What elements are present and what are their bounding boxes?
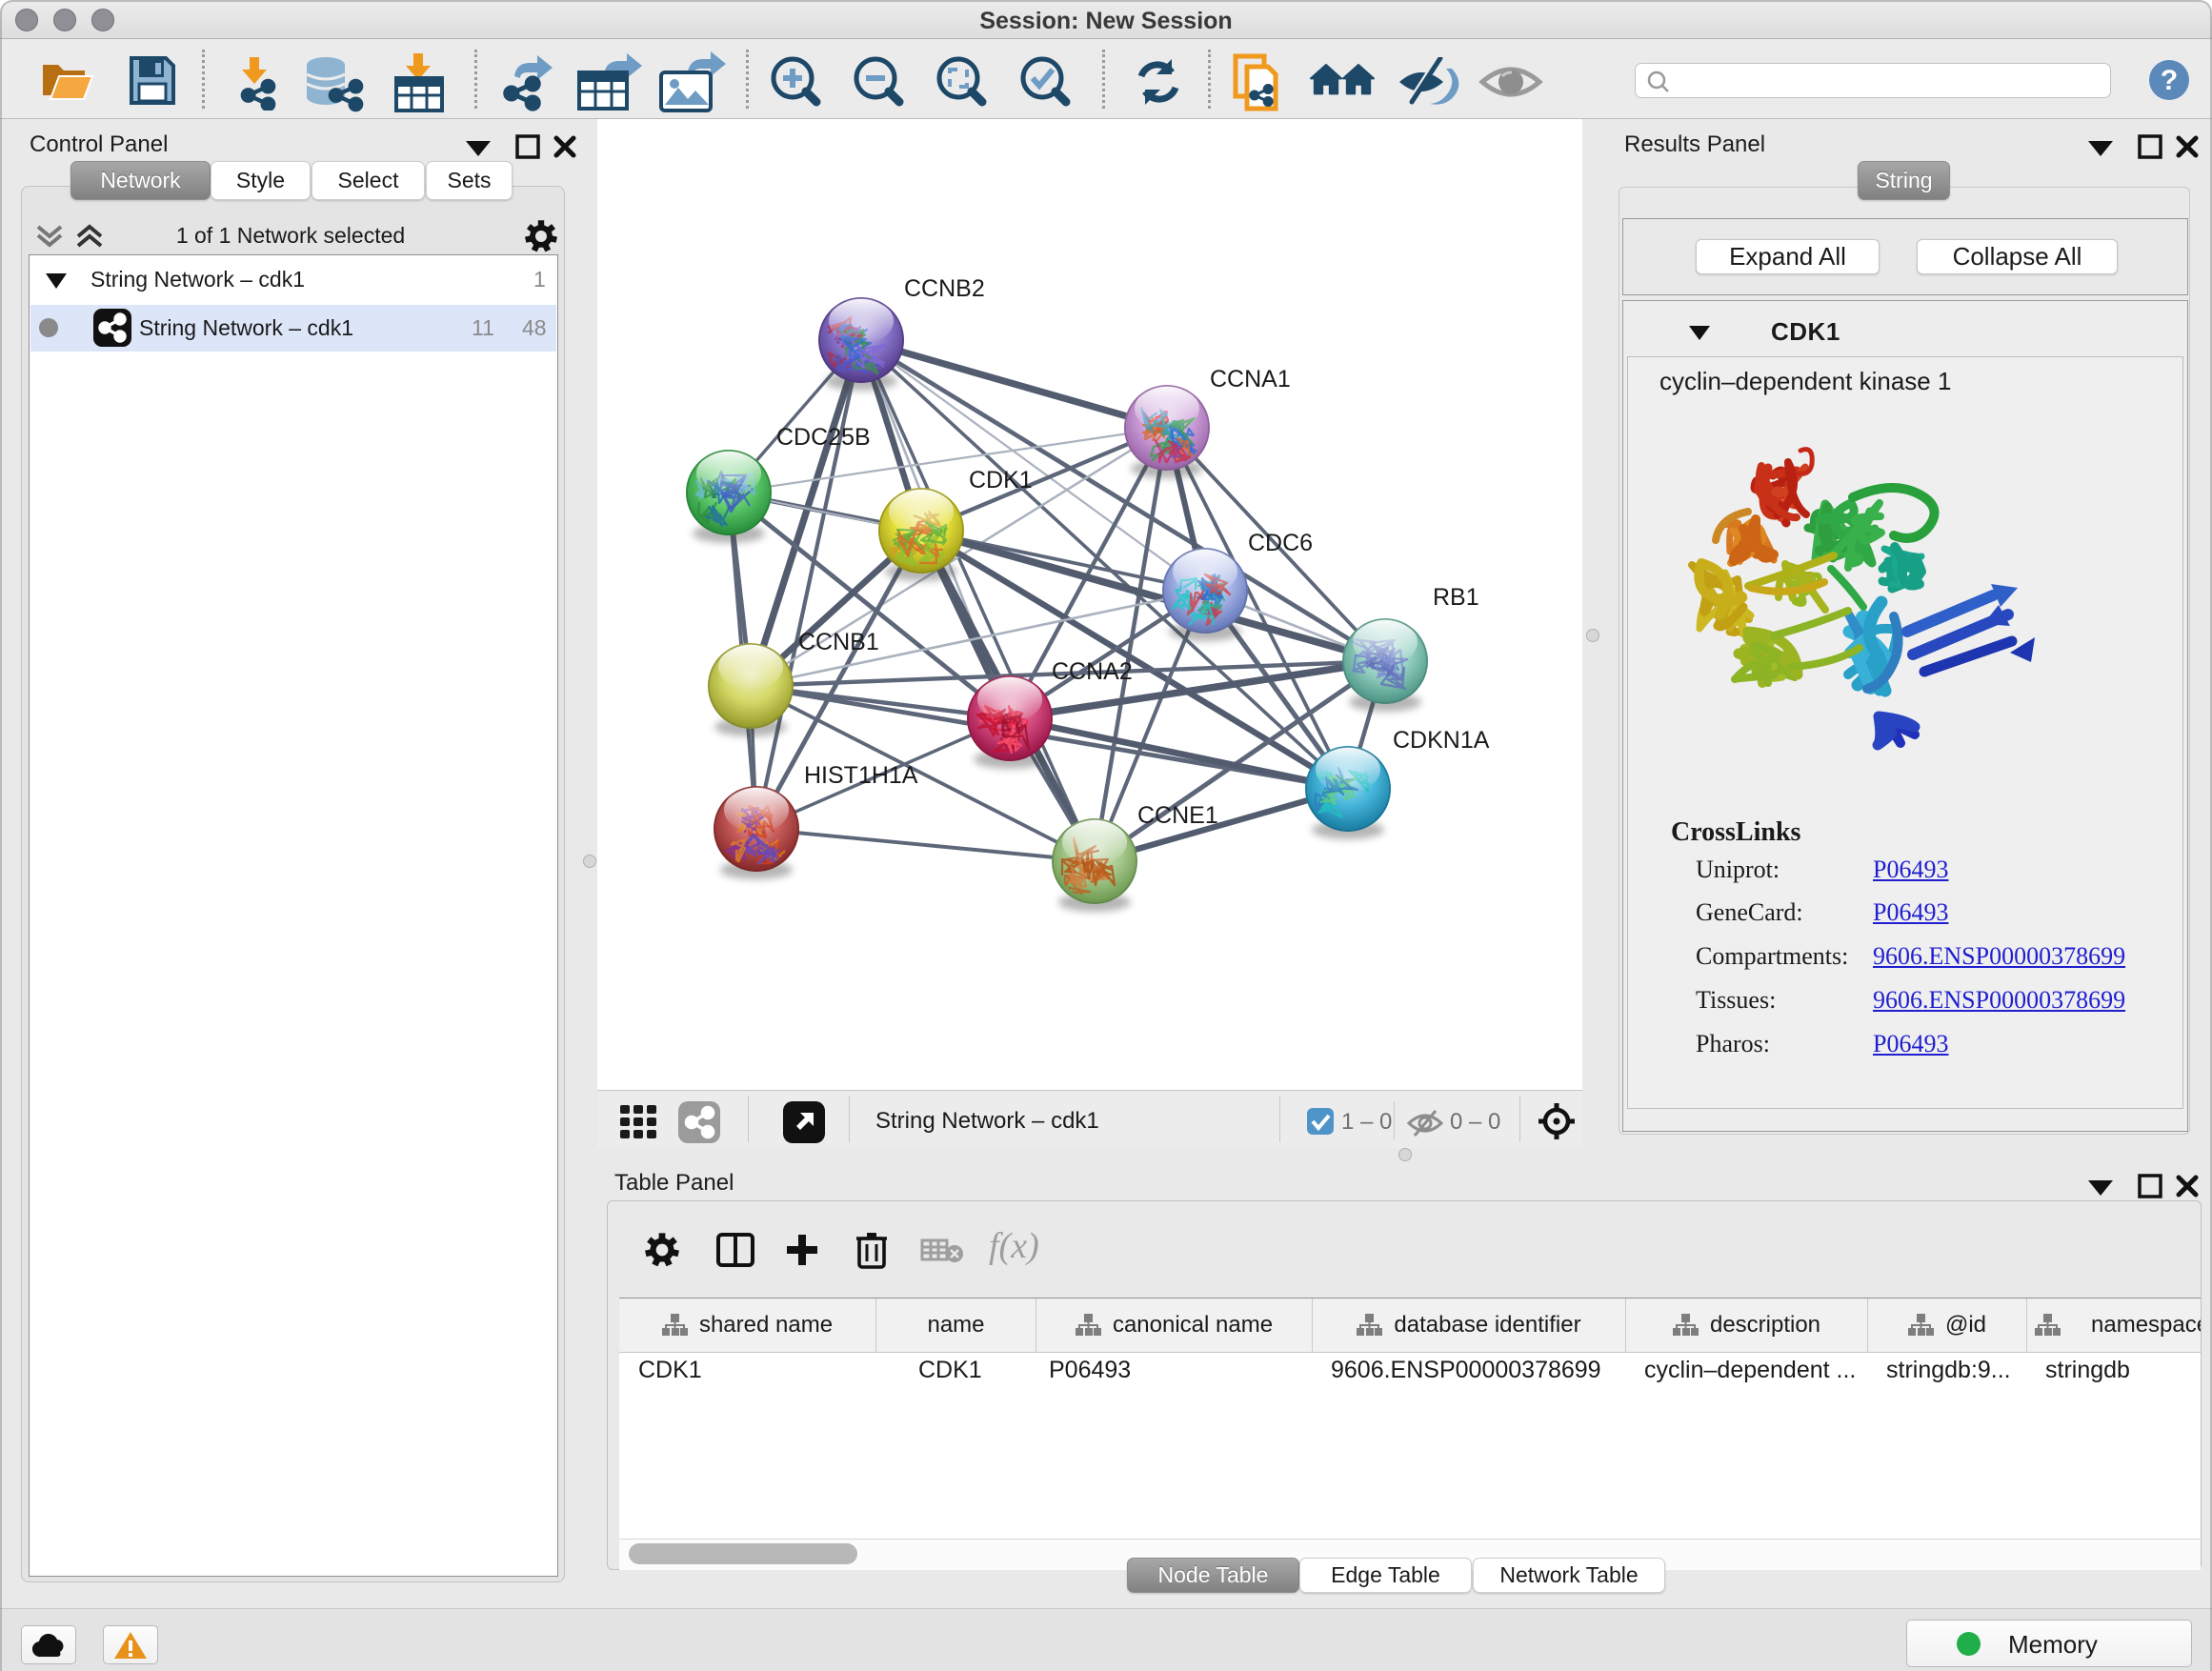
svg-text:CCNA1: CCNA1 xyxy=(1210,366,1291,393)
svg-text:?: ? xyxy=(2161,65,2178,96)
svg-text:CDC6: CDC6 xyxy=(1248,530,1313,556)
svg-text:CCNB2: CCNB2 xyxy=(904,275,985,302)
svg-text:RB1: RB1 xyxy=(1433,584,1479,611)
svg-text:CDKN1A: CDKN1A xyxy=(1393,727,1490,754)
svg-text:CDK1: CDK1 xyxy=(969,467,1033,493)
svg-text:HIST1H1A: HIST1H1A xyxy=(804,762,918,789)
svg-text:CCNA2: CCNA2 xyxy=(1052,658,1133,685)
svg-text:CCNE1: CCNE1 xyxy=(1137,802,1218,829)
svg-text:CDC25B: CDC25B xyxy=(776,424,871,451)
svg-text:CCNB1: CCNB1 xyxy=(798,629,879,655)
